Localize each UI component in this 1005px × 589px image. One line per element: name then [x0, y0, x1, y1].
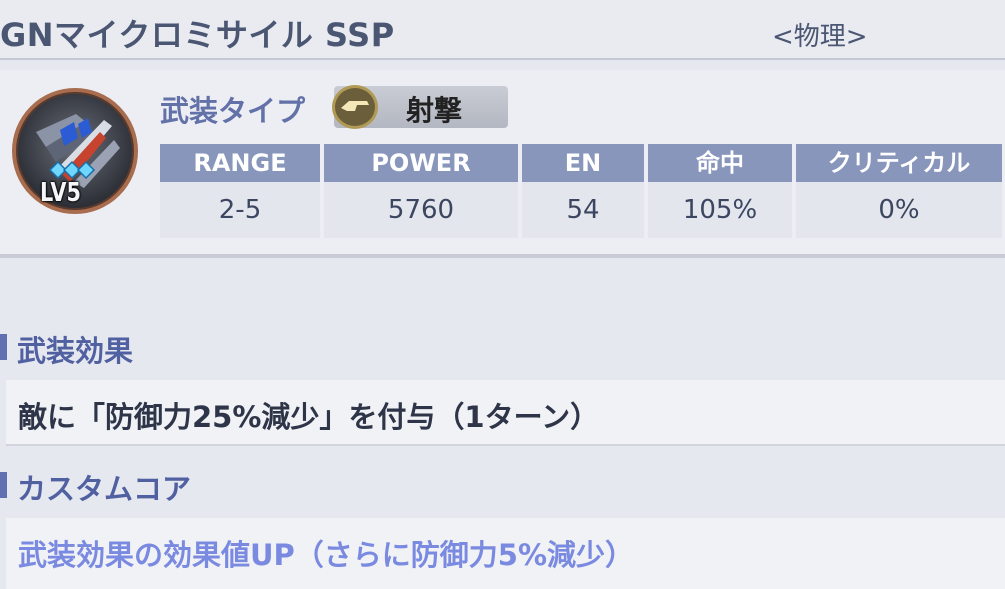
shooting-icon	[332, 85, 378, 129]
custom-core-header: カスタムコア	[0, 466, 1005, 506]
stat-header: クリティカル	[796, 144, 1002, 182]
section-marker	[0, 472, 7, 498]
weapon-detail-panel: GNマイクロミサイル SSP <物理> LV5 武装タイプ 射撃 RANGE 2…	[0, 0, 1005, 589]
weapon-type-badge: 射撃	[332, 85, 508, 129]
stat-header: RANGE	[160, 144, 320, 182]
weapon-type-label: 武装タイプ	[160, 94, 306, 128]
stat-table: RANGE 2-5 POWER 5760 EN 54 命中 105% クリティカ…	[160, 144, 1002, 238]
title-bar: GNマイクロミサイル SSP <物理>	[0, 0, 1005, 60]
weapon-attribute: <物理>	[772, 22, 868, 52]
custom-core-text: 武装効果の効果値UP（さらに防御力5%減少）	[18, 538, 635, 572]
section-marker	[0, 334, 7, 360]
stat-value: 105%	[648, 182, 792, 238]
stat-header: POWER	[324, 144, 518, 182]
stat-column-en: EN 54	[522, 144, 644, 238]
stat-column-power: POWER 5760	[324, 144, 518, 238]
stat-value: 2-5	[160, 182, 320, 238]
stat-header: EN	[522, 144, 644, 182]
stat-column-critical: クリティカル 0%	[796, 144, 1002, 238]
stat-value: 5760	[324, 182, 518, 238]
custom-core-title: カスタムコア	[17, 472, 192, 506]
stat-value: 0%	[796, 182, 1002, 238]
stat-column-range: RANGE 2-5	[160, 144, 320, 238]
stat-column-accuracy: 命中 105%	[648, 144, 792, 238]
weapon-name: GNマイクロミサイル SSP	[0, 16, 395, 54]
weapon-type-value: 射撃	[406, 94, 463, 127]
weapon-effect-text: 敵に「防御力25%減少」を付与（1ターン）	[18, 400, 600, 434]
weapon-effect-row: 敵に「防御力25%減少」を付与（1ターン）	[6, 380, 1005, 446]
crystal-upgrade-icon	[44, 160, 100, 180]
weapon-effect-title: 武装効果	[17, 334, 134, 368]
custom-core-row: 武装効果の効果値UP（さらに防御力5%減少）	[6, 518, 1005, 589]
stat-header: 命中	[648, 144, 792, 182]
level-badge: LV5	[40, 178, 81, 208]
stat-value: 54	[522, 182, 644, 238]
weapon-effect-header: 武装効果	[0, 328, 1005, 368]
